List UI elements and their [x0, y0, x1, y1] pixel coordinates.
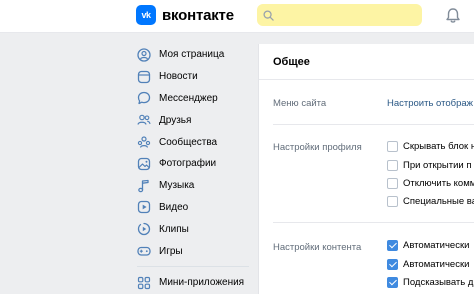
checkbox-label: Отключить комм	[403, 178, 474, 189]
sidebar-item-photos[interactable]: Фотографии	[133, 153, 253, 175]
left-sidebar: Моя страница Новости Мессенджер Друзья С…	[133, 44, 253, 294]
checkbox-icon	[387, 178, 398, 189]
sidebar-item-my-page[interactable]: Моя страница	[133, 44, 253, 66]
profile-option-checkbox[interactable]: Скрывать блок н	[387, 141, 474, 152]
checkbox-icon	[387, 160, 398, 171]
vk-logo-text: вконтакте	[162, 6, 234, 24]
gamepad-icon	[137, 244, 151, 258]
checkbox-label: Подсказывать д	[403, 277, 474, 288]
content-section-label: Настройки контента	[273, 242, 362, 253]
sidebar-item-label: Новости	[159, 71, 198, 83]
sidebar-item-label: Моя страница	[159, 49, 225, 61]
checkbox-icon	[387, 196, 398, 207]
checkbox-label: Специальные ва	[403, 196, 474, 207]
sidebar-item-news[interactable]: Новости	[133, 66, 253, 88]
checkbox-checked-icon	[387, 240, 398, 251]
friends-icon	[137, 113, 151, 127]
content-option-checkbox[interactable]: Автоматически	[387, 240, 469, 251]
music-note-icon	[137, 179, 151, 193]
sidebar-item-video[interactable]: Видео	[133, 197, 253, 219]
vk-logo[interactable]: vk вконтакте	[136, 5, 234, 25]
sidebar-item-mini-apps[interactable]: Мини-приложения	[133, 272, 253, 294]
checkbox-label: Скрывать блок н	[403, 141, 474, 152]
checkbox-label: Автоматически	[403, 240, 470, 251]
sidebar-item-games[interactable]: Игры	[133, 240, 253, 262]
sidebar-item-label: Видео	[159, 201, 189, 213]
sidebar-item-label: Мини-приложения	[159, 277, 245, 289]
user-circle-icon	[137, 48, 151, 62]
sidebar-item-label: Друзья	[159, 114, 192, 126]
bell-icon[interactable]	[445, 7, 461, 29]
video-icon	[137, 200, 151, 214]
checkbox-checked-icon	[387, 259, 398, 270]
sidebar-item-label: Клипы	[159, 223, 189, 235]
panel-title: Общее	[259, 44, 474, 80]
communities-icon	[137, 135, 151, 149]
menu-section-label: Меню сайта	[273, 98, 327, 109]
checkbox-icon	[387, 141, 398, 152]
sidebar-divider	[137, 265, 249, 267]
sidebar-item-communities[interactable]: Сообщества	[133, 131, 253, 153]
profile-section-label: Настройки профиля	[273, 142, 362, 153]
sidebar-item-label: Мессенджер	[159, 92, 218, 104]
sidebar-item-label: Игры	[159, 245, 183, 257]
section-divider	[273, 124, 474, 125]
content-option-checkbox[interactable]: Автоматически	[387, 259, 469, 270]
photo-icon	[137, 157, 151, 171]
sidebar-item-label: Музыка	[159, 180, 195, 192]
settings-panel: Общее Меню сайта Настроить отображ Настр…	[258, 44, 474, 294]
profile-option-checkbox[interactable]: Специальные ва	[387, 196, 474, 207]
clips-icon	[137, 222, 151, 236]
sidebar-item-label: Фотографии	[159, 158, 217, 170]
profile-option-checkbox[interactable]: Отключить комм	[387, 178, 474, 189]
profile-option-checkbox[interactable]: При открытии п	[387, 160, 472, 171]
content-option-checkbox[interactable]: Подсказывать д	[387, 277, 473, 288]
mini-apps-icon	[137, 276, 151, 290]
sidebar-item-clips[interactable]: Клипы	[133, 218, 253, 240]
vk-logo-mark: vk	[136, 5, 156, 25]
section-divider	[273, 222, 474, 223]
checkbox-label: Автоматически	[403, 259, 470, 270]
news-icon	[137, 70, 151, 84]
sidebar-item-label: Сообщества	[159, 136, 218, 148]
sidebar-item-music[interactable]: Музыка	[133, 175, 253, 197]
search-icon	[263, 9, 274, 21]
checkbox-label: При открытии п	[403, 160, 472, 171]
configure-menu-link[interactable]: Настроить отображ	[387, 98, 473, 109]
search-input[interactable]	[257, 4, 422, 26]
sidebar-item-messenger[interactable]: Мессенджер	[133, 88, 253, 110]
chat-bubble-icon	[137, 91, 151, 105]
top-bar: vk вконтакте	[0, 0, 474, 33]
sidebar-item-friends[interactable]: Друзья	[133, 109, 253, 131]
checkbox-checked-icon	[387, 277, 398, 288]
